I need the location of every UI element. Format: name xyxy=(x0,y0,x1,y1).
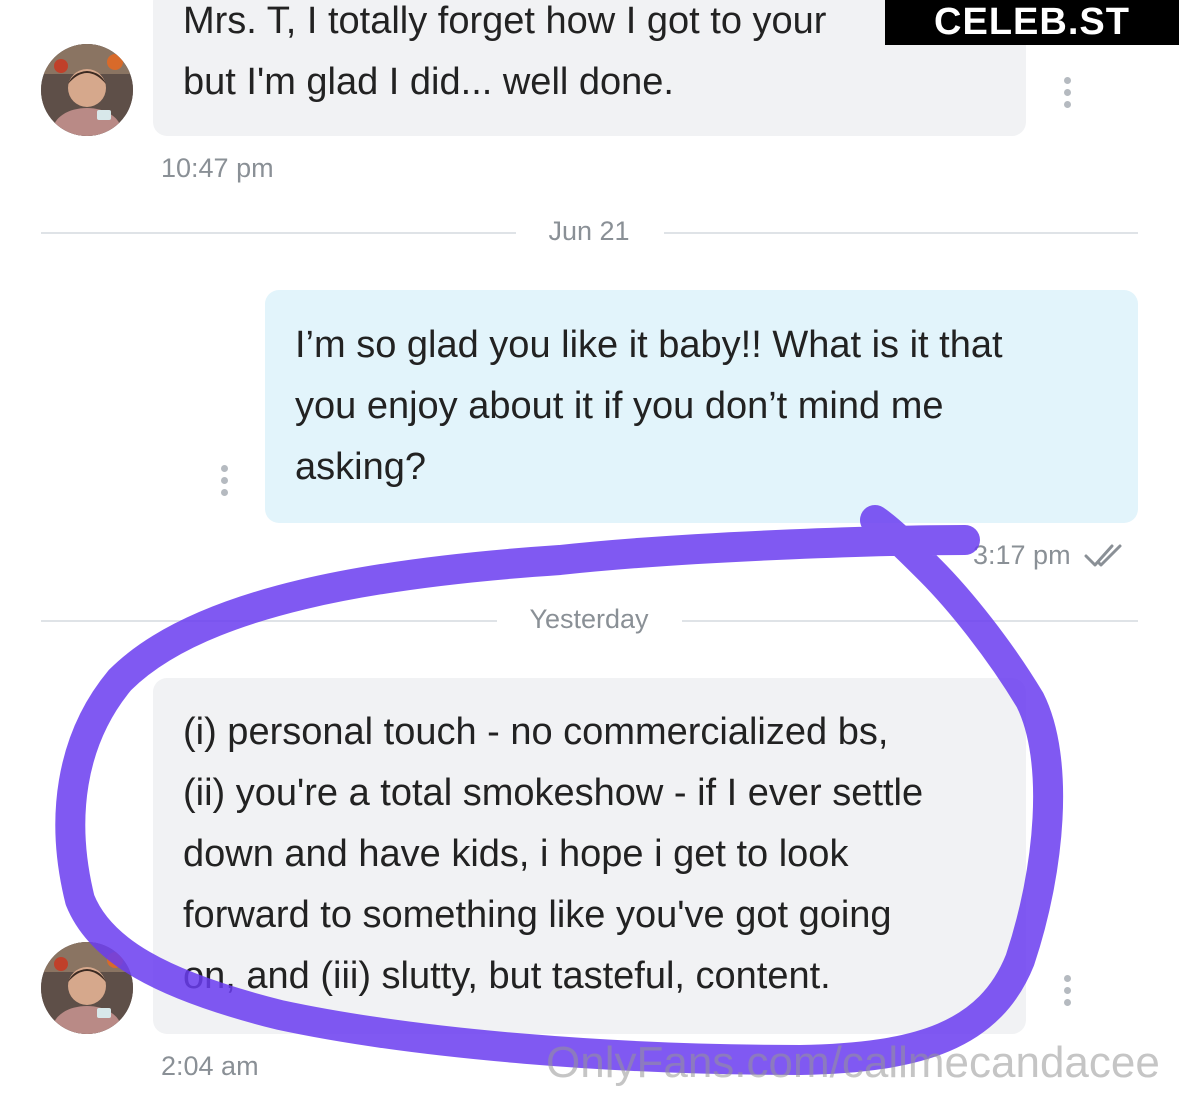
avatar-photo xyxy=(41,44,133,136)
read-receipt-icon xyxy=(1084,544,1122,567)
message-line: down and have kids, i hope i get to look xyxy=(183,833,849,875)
message-line: forward to something like you've got goi… xyxy=(183,894,892,936)
date-divider: Yesterday xyxy=(529,604,649,634)
site-banner: CELEB.ST xyxy=(885,0,1179,45)
message-timestamp: 3:17 pm xyxy=(973,540,1071,570)
watermark-text: OnlyFans.com/callmecandacee xyxy=(546,1038,1160,1087)
divider-line xyxy=(682,620,1138,622)
message-bubble-outgoing[interactable]: I’m so glad you like it baby!! What is i… xyxy=(265,290,1138,523)
avatar[interactable] xyxy=(41,942,133,1034)
message-line: I’m so glad you like it baby!! What is i… xyxy=(295,324,1003,366)
avatar[interactable] xyxy=(41,44,133,136)
avatar-photo xyxy=(41,942,133,1034)
message-bubble-incoming[interactable]: (i) personal touch - no commercialized b… xyxy=(153,678,1026,1034)
message-timestamp: 10:47 pm xyxy=(161,153,274,183)
message-line: asking? xyxy=(295,446,426,488)
message-line: but I'm glad I did... well done. xyxy=(183,61,674,103)
message-line: (i) personal touch - no commercialized b… xyxy=(183,711,889,753)
date-divider: Jun 21 xyxy=(548,216,630,246)
more-options-icon[interactable] xyxy=(1057,77,1077,108)
divider-line xyxy=(41,620,497,622)
more-options-icon[interactable] xyxy=(1057,975,1077,1006)
divider-line xyxy=(41,232,516,234)
message-timestamp: 2:04 am xyxy=(161,1051,259,1081)
divider-line xyxy=(664,232,1138,234)
message-line: (ii) you're a total smokeshow - if I eve… xyxy=(183,772,924,814)
more-options-icon[interactable] xyxy=(214,465,234,496)
message-line: on, and (iii) slutty, but tasteful, cont… xyxy=(183,955,831,997)
message-line: you enjoy about it if you don’t mind me xyxy=(295,385,944,427)
message-line: Mrs. T, I totally forget how I got to yo… xyxy=(183,0,827,42)
